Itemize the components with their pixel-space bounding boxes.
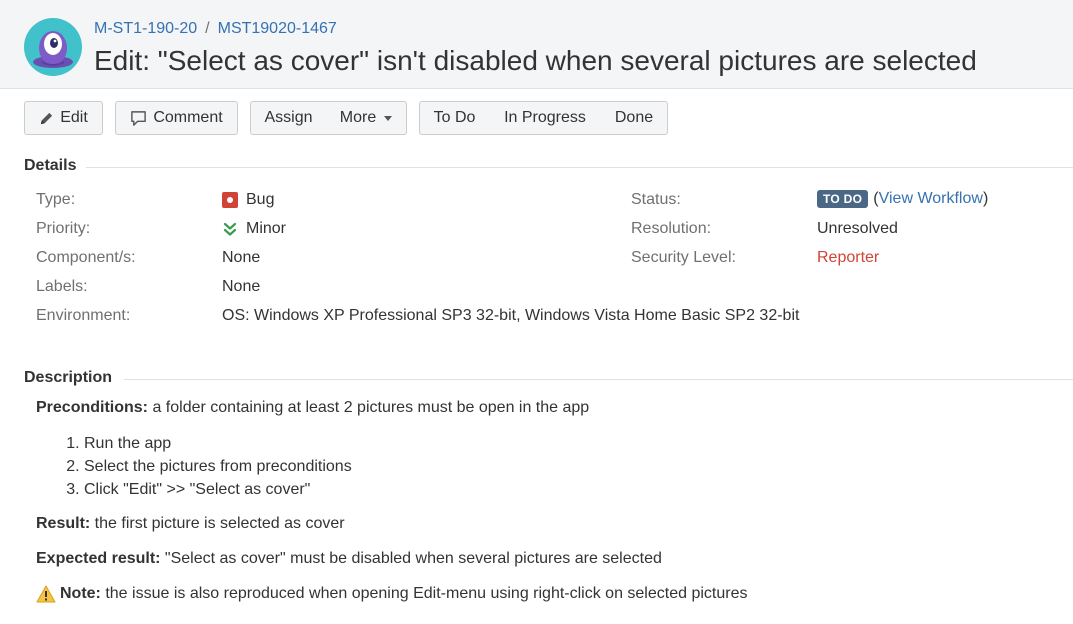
edit-button[interactable]: Edit — [24, 101, 103, 135]
components-value: None — [222, 249, 261, 266]
note-paragraph: Note: the issue is also reproduced when … — [36, 585, 747, 603]
details-divider — [86, 167, 1073, 168]
todo-transition-button[interactable]: To Do — [419, 101, 490, 135]
steps-list: Run the app Select the pictures from pre… — [36, 432, 352, 501]
labels-value: None — [222, 278, 261, 295]
type-value-text: Bug — [246, 191, 275, 208]
preconditions-paragraph: Preconditions: a folder containing at le… — [36, 399, 589, 417]
more-button[interactable]: More — [326, 101, 407, 135]
done-button-label: Done — [614, 109, 654, 126]
resolution-label: Resolution: — [631, 220, 712, 237]
chevron-down-icon — [384, 115, 393, 121]
description-heading: Description — [24, 369, 113, 386]
assign-button-label: Assign — [264, 109, 313, 126]
breadcrumb-issue-key-link[interactable]: MST19020-1467 — [218, 20, 337, 37]
status-value: TO DO (View Workflow) — [817, 190, 988, 208]
breadcrumb-separator: / — [205, 20, 210, 37]
priority-value-text: Minor — [246, 220, 287, 237]
in-progress-transition-button[interactable]: In Progress — [489, 101, 602, 135]
breadcrumb-project-link[interactable]: M-ST1-190-20 — [94, 20, 197, 37]
project-avatar-icon[interactable] — [24, 18, 82, 76]
type-label: Type: — [36, 191, 76, 208]
expected-result-paragraph: Expected result: "Select as cover" must … — [36, 550, 662, 568]
todo-button-label: To Do — [433, 109, 476, 126]
comment-icon — [131, 110, 147, 126]
pencil-icon — [41, 112, 53, 124]
priority-value: Minor — [222, 220, 286, 238]
view-workflow-paren-close: ) — [982, 190, 989, 207]
comment-button[interactable]: Comment — [115, 101, 238, 135]
step-item: Select the pictures from preconditions — [84, 455, 352, 478]
description-divider — [124, 379, 1073, 380]
components-label: Component/s: — [36, 249, 136, 266]
warning-icon — [36, 585, 56, 603]
expected-result-text: "Select as cover" must be disabled when … — [160, 550, 662, 567]
edit-button-label: Edit — [60, 109, 88, 126]
assign-button[interactable]: Assign — [250, 101, 327, 135]
security-level-value: Reporter — [817, 249, 880, 266]
done-transition-button[interactable]: Done — [601, 101, 668, 135]
labels-label: Labels: — [36, 278, 88, 295]
details-heading: Details — [24, 157, 77, 174]
security-level-label: Security Level: — [631, 249, 736, 266]
environment-label: Environment: — [36, 307, 131, 324]
comment-button-label: Comment — [153, 109, 223, 126]
issue-title: Edit: "Select as cover" isn't disabled w… — [94, 45, 977, 76]
result-paragraph: Result: the first picture is selected as… — [36, 515, 345, 533]
in-progress-button-label: In Progress — [504, 109, 586, 126]
priority-minor-icon — [223, 222, 237, 236]
status-lozenge: TO DO — [817, 190, 869, 208]
resolution-value: Unresolved — [817, 220, 898, 237]
step-item: Click "Edit" >> "Select as cover" — [84, 478, 352, 501]
more-button-label: More — [339, 109, 377, 126]
priority-label: Priority: — [36, 220, 91, 237]
bug-icon — [222, 192, 238, 208]
expected-result-label: Expected result: — [36, 550, 161, 567]
note-label: Note: — [60, 585, 101, 602]
result-label: Result: — [36, 515, 91, 532]
preconditions-label: Preconditions: — [36, 399, 149, 416]
step-item: Run the app — [84, 432, 352, 455]
view-workflow-link[interactable]: View Workflow — [879, 190, 983, 208]
type-value: Bug — [222, 191, 274, 209]
status-label: Status: — [631, 191, 681, 208]
result-text: the first picture is selected as cover — [90, 515, 345, 532]
breadcrumb: M-ST1-190-20 / MST19020-1467 — [94, 20, 337, 38]
issue-header: M-ST1-190-20 / MST19020-1467 Edit: "Select… — [0, 0, 1073, 89]
preconditions-text: a folder containing at least 2 pictures … — [148, 399, 590, 416]
environment-value: OS: Windows XP Professional SP3 32-bit, … — [222, 307, 800, 324]
note-text: the issue is also reproduced when openin… — [100, 585, 748, 602]
